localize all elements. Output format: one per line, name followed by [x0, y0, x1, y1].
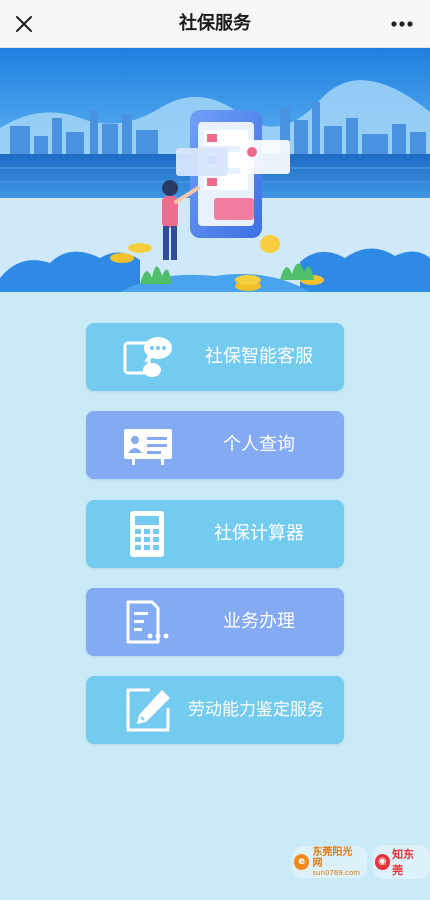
watermark: e 东莞阳光网 sun0769.com ◉ 知东莞	[292, 845, 430, 879]
service-illustration	[0, 48, 430, 292]
menu-label: 业务办理	[223, 611, 295, 632]
document-icon	[126, 600, 169, 644]
top-bar: 社保服务	[0, 0, 430, 48]
zhidongguan-logo-icon: ◉	[374, 854, 391, 870]
watermark-sun0769: e 东莞阳光网 sun0769.com	[292, 846, 367, 878]
menu-label: 社保计算器	[214, 523, 304, 544]
personal-query-button[interactable]: 个人查询	[86, 411, 344, 479]
watermark-site1: 东莞阳光网	[312, 847, 353, 869]
watermark-zhidongguan: ◉ 知东莞	[372, 845, 430, 879]
sun-logo-icon: e	[294, 854, 310, 870]
calculator-button[interactable]: 社保计算器	[86, 500, 344, 568]
business-handling-button[interactable]: 业务办理	[86, 588, 344, 656]
banner	[0, 48, 430, 292]
page-title: 社保服务	[179, 13, 251, 34]
edit-pen-icon	[126, 688, 170, 732]
id-card-icon	[124, 429, 172, 465]
more-dots-icon	[391, 21, 413, 27]
smart-service-button[interactable]: 社保智能客服	[86, 323, 344, 391]
chat-bubbles-icon	[123, 337, 172, 377]
menu-label: 个人查询	[223, 434, 295, 455]
more-button[interactable]	[384, 8, 420, 40]
watermark-sun0769-text: 东莞阳光网 sun0769.com	[312, 847, 360, 877]
watermark-site1-sub: sun0769.com	[312, 869, 360, 877]
labor-appraisal-button[interactable]: 劳动能力鉴定服务	[86, 676, 344, 744]
watermark-site2: 知东莞	[392, 848, 415, 877]
menu-label: 社保智能客服	[205, 346, 313, 367]
calculator-icon	[130, 511, 164, 557]
menu-label: 劳动能力鉴定服务	[188, 700, 324, 720]
